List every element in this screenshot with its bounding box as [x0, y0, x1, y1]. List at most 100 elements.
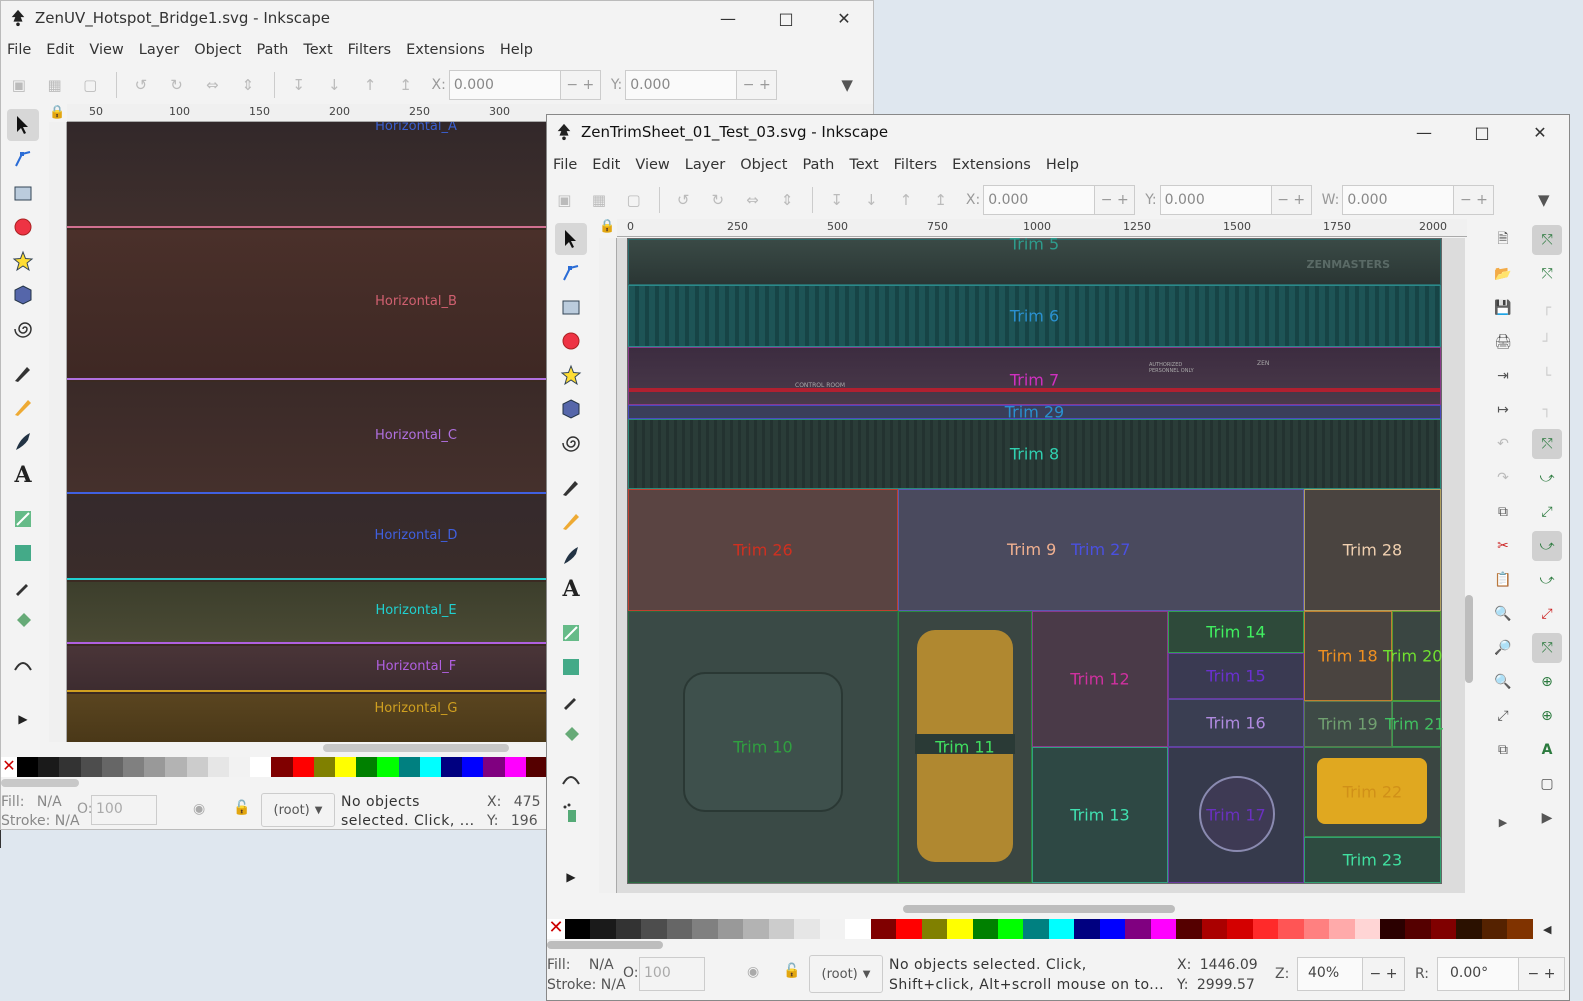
trim-28[interactable]: Trim 28 [1304, 489, 1441, 611]
canvas-wood[interactable]: Horizontal_A Horizontal_B Horizontal_C H… [67, 122, 547, 742]
color-swatch[interactable] [1048, 919, 1075, 939]
trim-20[interactable]: Trim 20 [1383, 611, 1442, 701]
lower-icon[interactable]: ↓ [324, 75, 344, 95]
deselect-icon[interactable]: ▢ [80, 75, 100, 95]
color-swatch[interactable] [250, 757, 272, 777]
snap-page-border-icon[interactable]: ▢ [1532, 769, 1562, 799]
zoom-stepper[interactable]: − + [1363, 957, 1405, 991]
w-input[interactable]: 0.000 [1342, 185, 1455, 215]
rectangle-tool[interactable] [7, 177, 39, 209]
opacity-input[interactable]: 100 [639, 957, 705, 991]
maximize-button[interactable]: □ [1453, 115, 1511, 149]
select-all-layers-icon[interactable]: ▦ [590, 190, 609, 210]
snap-bbox-midpoints-icon[interactable]: └ [1532, 361, 1562, 391]
color-swatch[interactable] [462, 757, 484, 777]
snap-grid-icon[interactable]: ▶ [1532, 803, 1562, 833]
spray-tool[interactable] [555, 797, 587, 829]
color-swatch[interactable] [1176, 919, 1202, 939]
rectangle-tool[interactable] [555, 291, 587, 323]
snap-text-baseline-icon[interactable]: ⊕ [1532, 701, 1562, 731]
dropper-tool[interactable] [7, 571, 39, 603]
trim-15[interactable]: Trim 15 [1168, 653, 1304, 699]
selector-tool[interactable] [555, 223, 587, 255]
menu-filters[interactable]: Filters [348, 42, 391, 58]
rotate-ccw-icon[interactable]: ↺ [131, 75, 151, 95]
menu-path[interactable]: Path [256, 42, 288, 58]
lower-icon[interactable]: ↓ [862, 190, 881, 210]
no-paint-swatch[interactable]: ✕ [1, 757, 17, 777]
trim-13[interactable]: Trim 13 [1032, 747, 1168, 883]
paint-bucket-tool[interactable] [7, 605, 39, 637]
paste-icon[interactable]: 📋 [1492, 569, 1514, 591]
redo-icon[interactable]: ↷ [1492, 467, 1514, 489]
color-swatch[interactable] [271, 757, 293, 777]
color-swatch[interactable] [997, 919, 1024, 939]
color-swatch[interactable] [1329, 919, 1355, 939]
trim-14[interactable]: Trim 14 [1168, 611, 1304, 653]
lock-guides-icon[interactable]: 🔒 [49, 105, 65, 120]
spiral-tool[interactable] [555, 427, 587, 459]
color-swatch[interactable] [207, 757, 230, 777]
stroke-value[interactable]: N/A [55, 813, 80, 829]
spiral-tool[interactable] [7, 313, 39, 345]
minimize-button[interactable]: — [699, 1, 757, 35]
text-tool[interactable]: A [555, 573, 587, 605]
color-swatch[interactable] [641, 919, 667, 939]
trim-19[interactable]: Trim 19 [1304, 701, 1392, 747]
color-swatch[interactable] [1507, 919, 1533, 939]
select-all-icon[interactable]: ▣ [555, 190, 574, 210]
ellipse-tool[interactable] [555, 325, 587, 357]
fill-value[interactable]: N/A [37, 794, 62, 810]
zoom-drawing-icon[interactable]: 🔎 [1492, 637, 1514, 659]
color-swatch[interactable] [1303, 919, 1330, 939]
trim-7[interactable]: CONTROL ROOM AUTHORIZED PERSONNEL ONLY Z… [628, 347, 1441, 405]
raise-icon[interactable]: ↑ [360, 75, 380, 95]
ellipse-tool[interactable] [7, 211, 39, 243]
menu-object[interactable]: Object [740, 157, 787, 173]
color-swatch[interactable] [292, 757, 314, 777]
color-palette[interactable]: ✕ [1, 757, 548, 777]
calligraphy-tool[interactable] [7, 425, 39, 457]
expand-toolbox-icon[interactable]: ▶ [555, 861, 587, 893]
open-file-icon[interactable]: 📂 [1492, 263, 1514, 285]
palette-menu-icon[interactable]: ◀ [1543, 923, 1551, 936]
snap-rotation-center-icon[interactable]: ⊕ [1532, 667, 1562, 697]
copy-icon[interactable]: ⧉ [1492, 501, 1514, 523]
color-palette[interactable]: ✕ [547, 919, 1533, 939]
trim-21[interactable]: Trim 21 [1385, 701, 1444, 747]
horizontal-scrollbar[interactable] [903, 905, 1175, 913]
color-swatch[interactable] [441, 757, 463, 777]
pen-tool[interactable] [555, 471, 587, 503]
lock-guides-icon[interactable]: 🔒 [599, 219, 615, 234]
minimize-button[interactable]: — [1395, 115, 1453, 149]
color-swatch[interactable] [1125, 919, 1151, 939]
vertical-scrollbar[interactable] [1465, 595, 1473, 683]
color-swatch[interactable] [717, 919, 744, 939]
menu-edit[interactable]: Edit [592, 157, 620, 173]
color-swatch[interactable] [483, 757, 505, 777]
raise-to-top-icon[interactable]: ↥ [396, 75, 416, 95]
snap-midpoints-icon[interactable]: ⤢ [1532, 599, 1562, 629]
undo-icon[interactable]: ↶ [1492, 433, 1514, 455]
y-input[interactable]: 0.000 [1159, 185, 1272, 215]
paint-bucket-tool[interactable] [555, 719, 587, 751]
color-swatch[interactable] [1278, 919, 1304, 939]
trim-8[interactable]: Trim 8 [628, 419, 1441, 489]
text-tool[interactable]: A [7, 459, 39, 491]
menu-edit[interactable]: Edit [46, 42, 74, 58]
trim-18[interactable]: Trim 18 [1304, 611, 1392, 701]
star-tool[interactable] [555, 359, 587, 391]
import-icon[interactable]: ⇥ [1492, 365, 1514, 387]
palette-scrollbar[interactable] [547, 941, 663, 949]
horizontal-scrollbar[interactable] [323, 744, 509, 752]
snap-intersections-icon[interactable]: ⤢ [1532, 497, 1562, 527]
menu-object[interactable]: Object [194, 42, 241, 58]
print-icon[interactable]: 🖨 [1492, 331, 1514, 353]
no-paint-swatch[interactable]: ✕ [547, 919, 565, 939]
color-swatch[interactable] [377, 757, 399, 777]
color-swatch[interactable] [565, 919, 591, 939]
zoom-selection-icon[interactable]: 🔍 [1492, 603, 1514, 625]
color-swatch[interactable] [768, 919, 795, 939]
gradient-tool[interactable] [555, 617, 587, 649]
color-swatch[interactable] [229, 757, 251, 777]
